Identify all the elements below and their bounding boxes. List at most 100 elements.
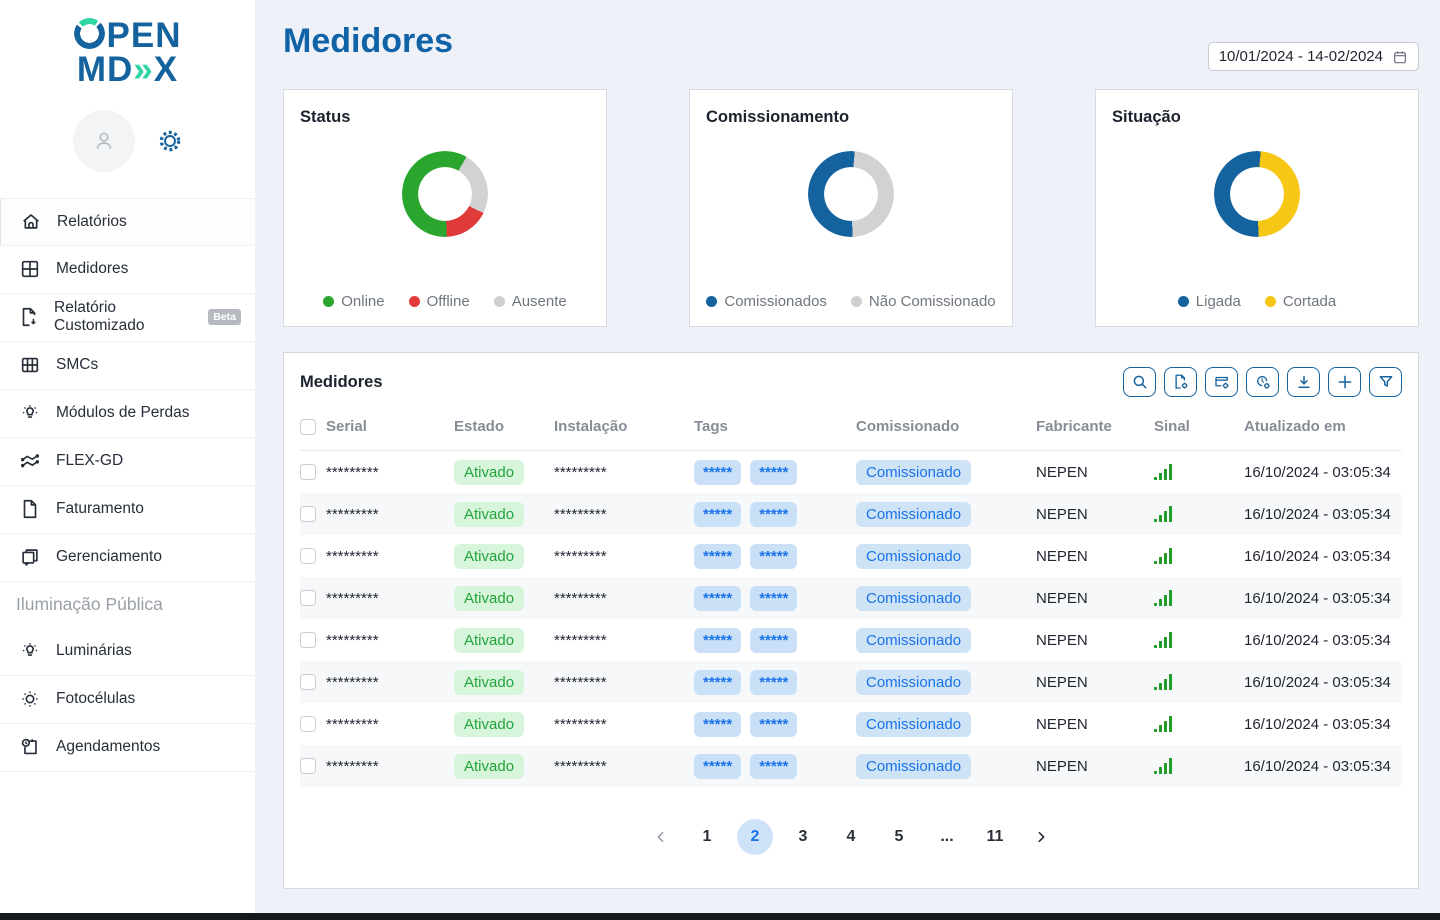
cell-serial: *********: [326, 674, 454, 691]
avatar[interactable]: [73, 110, 135, 172]
sidebar-item-faturamento[interactable]: Faturamento: [0, 486, 255, 534]
row-checkbox[interactable]: [300, 674, 316, 690]
pagination: 12345...11: [300, 819, 1402, 855]
sidebar-nav: Relatórios Medidores Relatório Customiza…: [0, 198, 255, 772]
tag-pill[interactable]: *****: [694, 544, 741, 569]
estado-badge: Ativado: [454, 502, 524, 527]
date-range-picker[interactable]: 10/01/2024 - 14-02/2024: [1208, 42, 1419, 71]
table-row[interactable]: ********* Ativado ********* ********** C…: [300, 619, 1402, 661]
bulb-icon: [18, 402, 42, 424]
row-checkbox[interactable]: [300, 716, 316, 732]
page-1[interactable]: 1: [689, 819, 725, 855]
row-checkbox[interactable]: [300, 506, 316, 522]
plus-icon: [1336, 373, 1354, 391]
sidebar-item-label: Gerenciamento: [56, 548, 162, 566]
tag-pill[interactable]: *****: [750, 460, 797, 485]
estado-badge: Ativado: [454, 670, 524, 695]
tag-pill[interactable]: *****: [694, 586, 741, 611]
card-comissionamento: Comissionamento ComissionadosNão Comissi…: [689, 89, 1013, 327]
tag-pill[interactable]: *****: [750, 502, 797, 527]
signal-bars-icon: [1154, 756, 1244, 776]
prev-page-button[interactable]: [647, 829, 675, 845]
row-checkbox[interactable]: [300, 632, 316, 648]
tag-pill[interactable]: *****: [694, 628, 741, 653]
page-4[interactable]: 4: [833, 819, 869, 855]
col-fabricante[interactable]: Fabricante: [1036, 418, 1154, 435]
main-content: Medidores 10/01/2024 - 14-02/2024 Status…: [255, 0, 1440, 920]
table-row[interactable]: ********* Ativado ********* ********** C…: [300, 745, 1402, 787]
cell-instalacao: *********: [554, 632, 694, 649]
row-checkbox[interactable]: [300, 590, 316, 606]
page-5[interactable]: 5: [881, 819, 917, 855]
tag-pill[interactable]: *****: [750, 628, 797, 653]
sidebar-item-modulos-de-perdas[interactable]: Módulos de Perdas: [0, 390, 255, 438]
col-comissionado[interactable]: Comissionado: [856, 418, 1036, 435]
sidebar-item-label: Módulos de Perdas: [56, 404, 190, 422]
logo-line2-x: X: [154, 50, 178, 89]
tag-pill[interactable]: *****: [750, 712, 797, 737]
cell-tags: ***** *****: [694, 754, 856, 779]
tag-pill[interactable]: *****: [694, 460, 741, 485]
table-row[interactable]: ********* Ativado ********* ********** C…: [300, 661, 1402, 703]
tag-pill[interactable]: *****: [694, 754, 741, 779]
table-body: ********* Ativado ********* ********** C…: [300, 451, 1402, 787]
tag-pill[interactable]: *****: [750, 670, 797, 695]
sidebar-item-relatorio-customizado[interactable]: Relatório Customizado Beta: [0, 294, 255, 342]
table-icon: [18, 354, 42, 376]
table-row[interactable]: ********* Ativado ********* ********** C…: [300, 577, 1402, 619]
cell-instalacao: *********: [554, 674, 694, 691]
table-row[interactable]: ********* Ativado ********* ********** C…: [300, 451, 1402, 493]
custom-report-icon: [18, 306, 40, 328]
logo-chevrons: »: [133, 50, 153, 89]
row-checkbox[interactable]: [300, 464, 316, 480]
cell-fabricante: NEPEN: [1036, 758, 1154, 775]
sidebar-item-relatorios[interactable]: Relatórios: [0, 198, 255, 246]
tag-pill[interactable]: *****: [750, 544, 797, 569]
col-estado[interactable]: Estado: [454, 418, 554, 435]
sidebar-item-gerenciamento[interactable]: Gerenciamento: [0, 534, 255, 582]
cell-instalacao: *********: [554, 716, 694, 733]
sidebar-item-smcs[interactable]: SMCs: [0, 342, 255, 390]
tag-pill[interactable]: *****: [750, 586, 797, 611]
table-row[interactable]: ********* Ativado ********* ********** C…: [300, 493, 1402, 535]
add-button[interactable]: [1328, 367, 1361, 397]
tag-pill[interactable]: *****: [750, 754, 797, 779]
download-button[interactable]: [1287, 367, 1320, 397]
search-button[interactable]: [1123, 367, 1156, 397]
cell-fabricante: NEPEN: [1036, 632, 1154, 649]
table-row[interactable]: ********* Ativado ********* ********** C…: [300, 535, 1402, 577]
sidebar-item-luminarias[interactable]: Luminárias: [0, 628, 255, 676]
row-checkbox[interactable]: [300, 758, 316, 774]
col-sinal[interactable]: Sinal: [1154, 418, 1244, 435]
col-tags[interactable]: Tags: [694, 418, 856, 435]
col-instalacao[interactable]: Instalação: [554, 418, 694, 435]
page-2[interactable]: 2: [737, 819, 773, 855]
col-atualizado-em[interactable]: Atualizado em: [1244, 418, 1402, 435]
col-serial[interactable]: Serial: [326, 418, 454, 435]
select-all-checkbox[interactable]: [300, 419, 316, 435]
sidebar-item-fotocelulas[interactable]: Fotocélulas: [0, 676, 255, 724]
sidebar-item-medidores[interactable]: Medidores: [0, 246, 255, 294]
bulb-icon: [18, 640, 42, 662]
tag-pill[interactable]: *****: [694, 670, 741, 695]
filter-button[interactable]: [1369, 367, 1402, 397]
page-3[interactable]: 3: [785, 819, 821, 855]
sidebar-item-flex-gd[interactable]: FLEX-GD: [0, 438, 255, 486]
estado-badge: Ativado: [454, 712, 524, 737]
settings-gear-button[interactable]: [157, 128, 183, 154]
report-settings-button[interactable]: [1164, 367, 1197, 397]
page-11[interactable]: 11: [977, 819, 1013, 855]
table-title: Medidores: [300, 373, 383, 392]
row-checkbox[interactable]: [300, 548, 316, 564]
sidebar-item-agendamentos[interactable]: Agendamentos: [0, 724, 255, 772]
tag-pill[interactable]: *****: [694, 712, 741, 737]
tag-pill[interactable]: *****: [694, 502, 741, 527]
device-settings-button[interactable]: [1205, 367, 1238, 397]
next-page-button[interactable]: [1027, 829, 1055, 845]
cell-atualizado: 16/10/2024 - 03:05:34: [1244, 758, 1402, 775]
summary-cards: Status OnlineOfflineAusente Comissioname…: [283, 89, 1419, 327]
table-row[interactable]: ********* Ativado ********* ********** C…: [300, 703, 1402, 745]
schedule-settings-button[interactable]: [1246, 367, 1279, 397]
cell-atualizado: 16/10/2024 - 03:05:34: [1244, 674, 1402, 691]
sidebar-item-label: FLEX-GD: [56, 452, 123, 470]
